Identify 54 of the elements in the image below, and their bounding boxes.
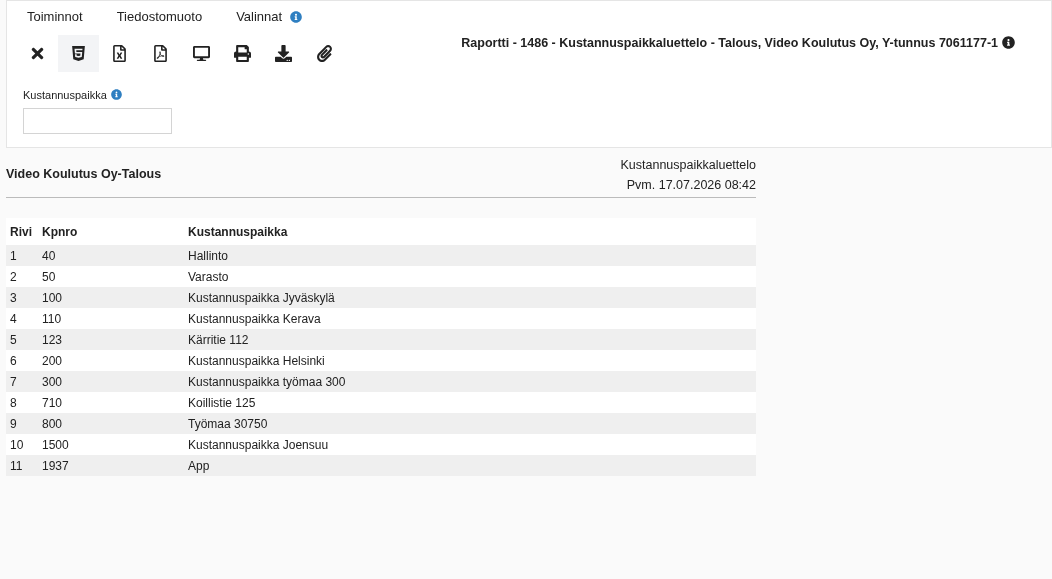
table-cell-text: 110 — [41, 310, 63, 328]
table-cell-text: 6 — [9, 352, 18, 370]
table-cell-text: Hallinto — [187, 247, 229, 265]
table-cell-text: Koillistie 125 — [187, 394, 256, 412]
pdf-file-icon — [152, 44, 169, 62]
table-cell-text: 710 — [41, 394, 64, 412]
html-file-icon — [70, 44, 87, 62]
column-header: Kustannuspaikka — [187, 223, 288, 241]
toolbar-button[interactable] — [58, 34, 99, 72]
table-cell-text: 1500 — [41, 436, 70, 454]
info-icon[interactable] — [1002, 36, 1015, 49]
table-cell-text: Kustannuspaikka Joensuu — [187, 436, 329, 454]
table-cell-text: Työmaa 30750 — [187, 415, 268, 433]
table-cell-text: Kustannuspaikka Kerava — [187, 310, 321, 328]
column-header: Rivi — [9, 223, 33, 241]
table-cell-text: 50 — [41, 268, 57, 286]
table-cell-text: 200 — [41, 352, 64, 370]
table-cell-text: 1 — [9, 247, 18, 265]
paperclip-icon — [316, 44, 333, 62]
table-cell-text: 8 — [9, 394, 18, 412]
table-cell-text: 300 — [41, 373, 64, 391]
table-cell-text: App — [187, 457, 210, 475]
table-cell-text: 123 — [41, 331, 64, 349]
table-cell-text: Kustannuspaikka Helsinki — [187, 352, 325, 370]
report-date: Pvm. 17.07.2026 08:42 — [626, 177, 756, 194]
download-icon — [275, 44, 292, 62]
field-label: Kustannuspaikka — [23, 87, 107, 103]
table-cell-text: 4 — [9, 310, 18, 328]
excel-file-icon — [111, 44, 128, 62]
company-name: Video Koulutus Oy-Talous — [6, 166, 162, 183]
table-cell-text: 7 — [9, 373, 18, 391]
monitor-icon — [193, 44, 210, 62]
table-cell-text: 5 — [9, 331, 18, 349]
table-cell-text: 3 — [9, 289, 18, 307]
menu-tab[interactable]: Toiminnot — [27, 7, 83, 27]
report-title: Raportti - 1486 - Kustannuspaikkaluettelo - Talous, Video Koulutus Oy, Y-tunnus 7061177-1 — [461, 35, 998, 52]
column-header: Kpnro — [41, 223, 79, 241]
table-cell-text: 40 — [41, 247, 57, 265]
table-cell-text: 11 — [9, 457, 24, 475]
report-name: Kustannuspaikkaluettelo — [620, 157, 756, 174]
table-cell-text: 100 — [41, 289, 64, 307]
table-cell-text: 1937 — [41, 457, 70, 475]
table-cell-text: 800 — [41, 415, 64, 433]
menu-tab[interactable]: Tiedostomuoto — [116, 7, 203, 27]
table-cell-text: 2 — [9, 268, 18, 286]
menu-tab[interactable]: Valinnat — [236, 7, 283, 27]
table-cell-text: Kustannuspaikka työmaa 300 — [187, 373, 346, 391]
table-cell-text: Kärritie 112 — [187, 331, 249, 349]
table-cell-text: Kustannuspaikka Jyväskylä — [187, 289, 335, 307]
table-cell-text: Varasto — [187, 268, 229, 286]
table-cell-text: 10 — [9, 436, 25, 454]
printer-icon — [234, 44, 251, 62]
table-cell-text: 9 — [9, 415, 18, 433]
input-field[interactable] — [23, 108, 172, 134]
